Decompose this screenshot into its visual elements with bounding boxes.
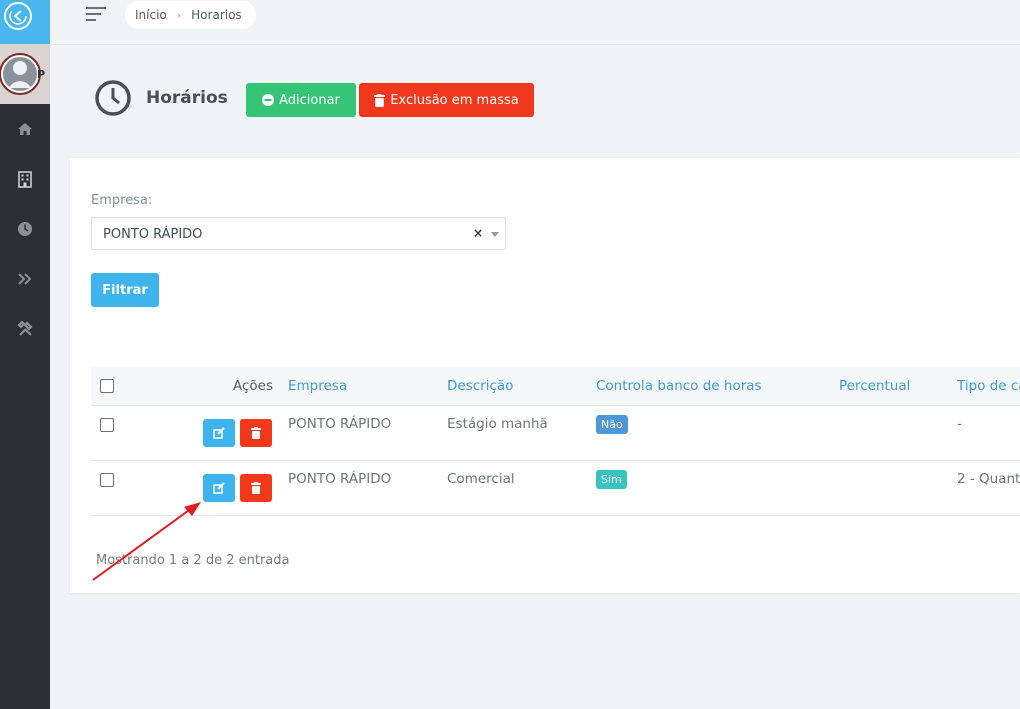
mass-delete-label: Exclusão em massa — [390, 92, 519, 108]
sidebar-item-expand[interactable] — [0, 254, 50, 304]
delete-button[interactable] — [240, 474, 272, 502]
sidebar-item-home[interactable] — [0, 104, 50, 154]
table-row: PONTO RÁPIDO Estágio manhã Não - — [91, 406, 1020, 461]
column-header-tipo[interactable]: Tipo de cá — [957, 378, 1020, 394]
chevron-right-icon: › — [176, 8, 182, 22]
annotation-arrow-icon — [92, 502, 201, 581]
sidebar-item-horarios[interactable] — [0, 204, 50, 254]
table-row: PONTO RÁPIDO Comercial Sim 2 - Quanti — [91, 461, 1020, 516]
trash-icon — [251, 482, 261, 494]
cell-descricao: Estágio manhã — [447, 416, 548, 432]
menu-toggle-icon[interactable] — [86, 7, 108, 23]
clear-selection-icon[interactable]: × — [473, 226, 483, 240]
filter-button[interactable]: Filtrar — [91, 273, 159, 307]
column-header-empresa[interactable]: Empresa — [288, 378, 347, 394]
cell-empresa: PONTO RÁPIDO — [288, 471, 392, 487]
dropdown-arrow-icon[interactable] — [491, 232, 499, 237]
svg-text:P: P — [37, 68, 45, 81]
trash-icon — [251, 427, 261, 439]
home-icon — [18, 123, 32, 135]
table-header: Ações Empresa Descrição Controla banco d… — [91, 367, 1020, 406]
trash-icon — [374, 93, 386, 107]
column-header-descricao[interactable]: Descrição — [447, 378, 513, 394]
column-header-actions: Ações — [233, 378, 274, 394]
cell-tipo: 2 - Quanti — [957, 471, 1020, 487]
status-badge: Sim — [596, 470, 627, 489]
edit-icon — [213, 427, 225, 439]
building-icon — [18, 170, 32, 188]
plus-circle-icon — [262, 94, 275, 106]
cell-descricao: Comercial — [447, 471, 515, 487]
mass-delete-button[interactable]: Exclusão em massa — [359, 83, 534, 117]
column-header-percentual[interactable]: Percentual — [839, 378, 910, 394]
clock-icon — [18, 222, 32, 236]
topbar: Início › Horarios — [50, 0, 1020, 45]
breadcrumb-item-inicio[interactable]: Início — [135, 8, 167, 22]
app-logo-icon — [4, 2, 32, 30]
breadcrumb: Início › Horarios — [125, 1, 256, 29]
brand-logo[interactable] — [0, 0, 50, 44]
select-all-checkbox[interactable] — [100, 379, 114, 393]
empresa-label: Empresa: — [91, 193, 153, 208]
page-clock-icon — [95, 80, 131, 116]
breadcrumb-item-horarios: Horarios — [191, 8, 242, 22]
empresa-select-value: PONTO RÁPIDO — [103, 227, 203, 242]
user-avatar[interactable]: P — [0, 44, 50, 104]
cell-tipo: - — [957, 416, 962, 432]
double-chevron-right-icon — [18, 273, 32, 285]
add-button-label: Adicionar — [279, 92, 340, 108]
avatar-icon: P — [0, 53, 45, 95]
edit-icon — [213, 482, 225, 494]
sidebar-item-ferramentas[interactable] — [0, 304, 50, 354]
column-header-banco[interactable]: Controla banco de horas — [596, 378, 762, 394]
cell-empresa: PONTO RÁPIDO — [288, 416, 392, 432]
row-checkbox[interactable] — [100, 418, 114, 432]
delete-button[interactable] — [240, 419, 272, 447]
sidebar: P — [0, 0, 50, 709]
empresa-select[interactable]: PONTO RÁPIDO × — [91, 217, 506, 250]
page-title: Horários — [146, 88, 228, 108]
add-button[interactable]: Adicionar — [246, 83, 356, 117]
status-badge: Não — [596, 415, 628, 434]
tools-icon — [17, 321, 33, 336]
row-checkbox[interactable] — [100, 473, 114, 487]
sidebar-item-empresas[interactable] — [0, 154, 50, 204]
edit-button[interactable] — [203, 419, 235, 447]
